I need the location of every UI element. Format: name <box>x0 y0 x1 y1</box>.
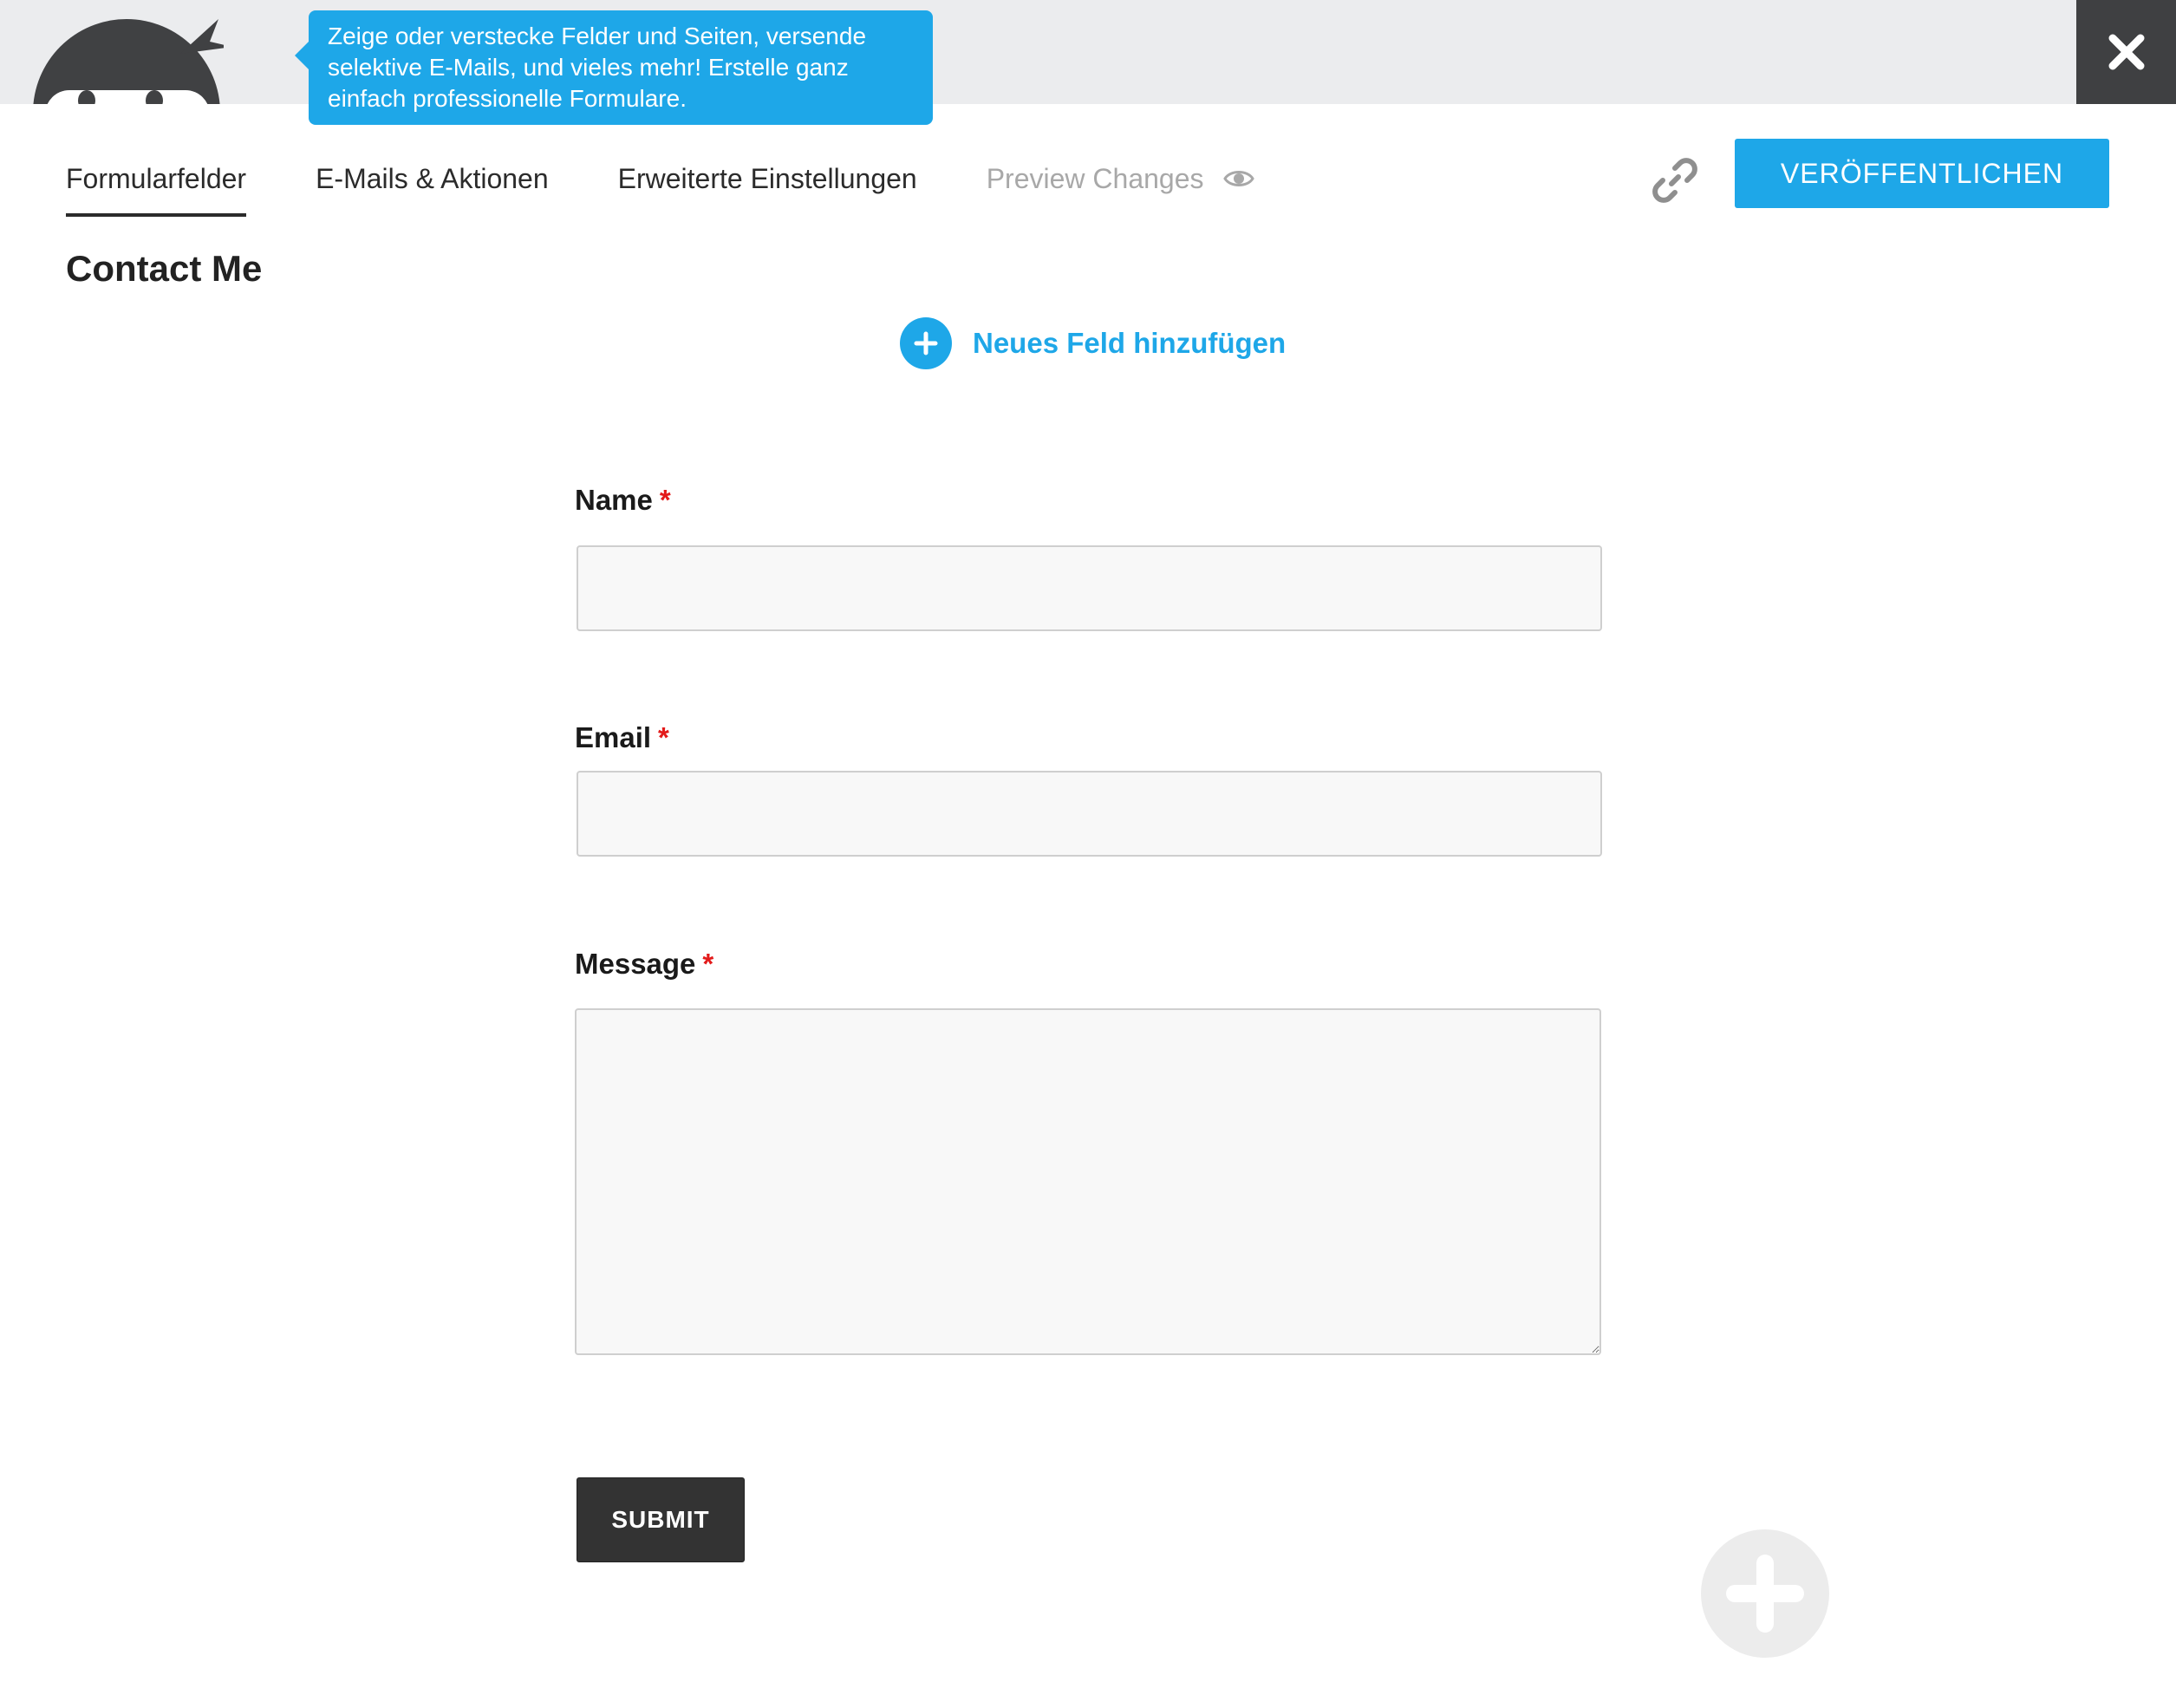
publish-button[interactable]: VERÖFFENTLICHEN <box>1735 139 2109 208</box>
email-input[interactable] <box>577 771 1602 857</box>
required-marker: * <box>659 484 671 516</box>
add-field-button[interactable]: Neues Feld hinzufügen <box>900 317 1286 369</box>
tab-emails-actions[interactable]: E-Mails & Aktionen <box>316 163 549 215</box>
tab-label: E-Mails & Aktionen <box>316 163 549 194</box>
name-input[interactable] <box>577 545 1602 631</box>
plus-icon <box>1726 1555 1804 1633</box>
copy-link-button[interactable] <box>1652 158 1697 203</box>
tab-label: Preview Changes <box>986 163 1204 194</box>
required-marker: * <box>702 948 714 980</box>
tab-label: Formularfelder <box>66 163 247 194</box>
add-section-button[interactable] <box>1701 1529 1829 1658</box>
tab-advanced-settings[interactable]: Erweiterte Einstellungen <box>618 163 917 215</box>
plus-circle-icon <box>900 317 952 369</box>
submit-button[interactable]: SUBMIT <box>577 1477 745 1562</box>
message-label: Message * <box>575 948 713 981</box>
close-button[interactable] <box>2076 0 2176 104</box>
message-label-text: Message <box>575 948 696 980</box>
name-label-text: Name <box>575 484 653 516</box>
required-marker: * <box>658 721 669 753</box>
tab-bar: Formularfelder E-Mails & Aktionen Erweit… <box>66 163 1324 217</box>
email-label-text: Email <box>575 721 652 753</box>
tab-form-fields[interactable]: Formularfelder <box>66 163 247 217</box>
tab-preview-changes[interactable]: Preview Changes <box>987 163 1254 215</box>
close-icon <box>2108 34 2144 70</box>
feature-tooltip: Zeige oder verstecke Felder und Seiten, … <box>295 10 933 125</box>
message-textarea[interactable] <box>575 1008 1601 1355</box>
add-field-label: Neues Feld hinzufügen <box>973 327 1287 359</box>
link-icon <box>1652 158 1697 203</box>
form-title: Contact Me <box>66 248 263 289</box>
tab-label: Erweiterte Einstellungen <box>617 163 917 194</box>
eye-icon <box>1222 171 1254 186</box>
ninja-mascot-icon <box>33 16 224 104</box>
name-label: Name * <box>575 484 671 517</box>
email-label: Email * <box>575 721 669 754</box>
